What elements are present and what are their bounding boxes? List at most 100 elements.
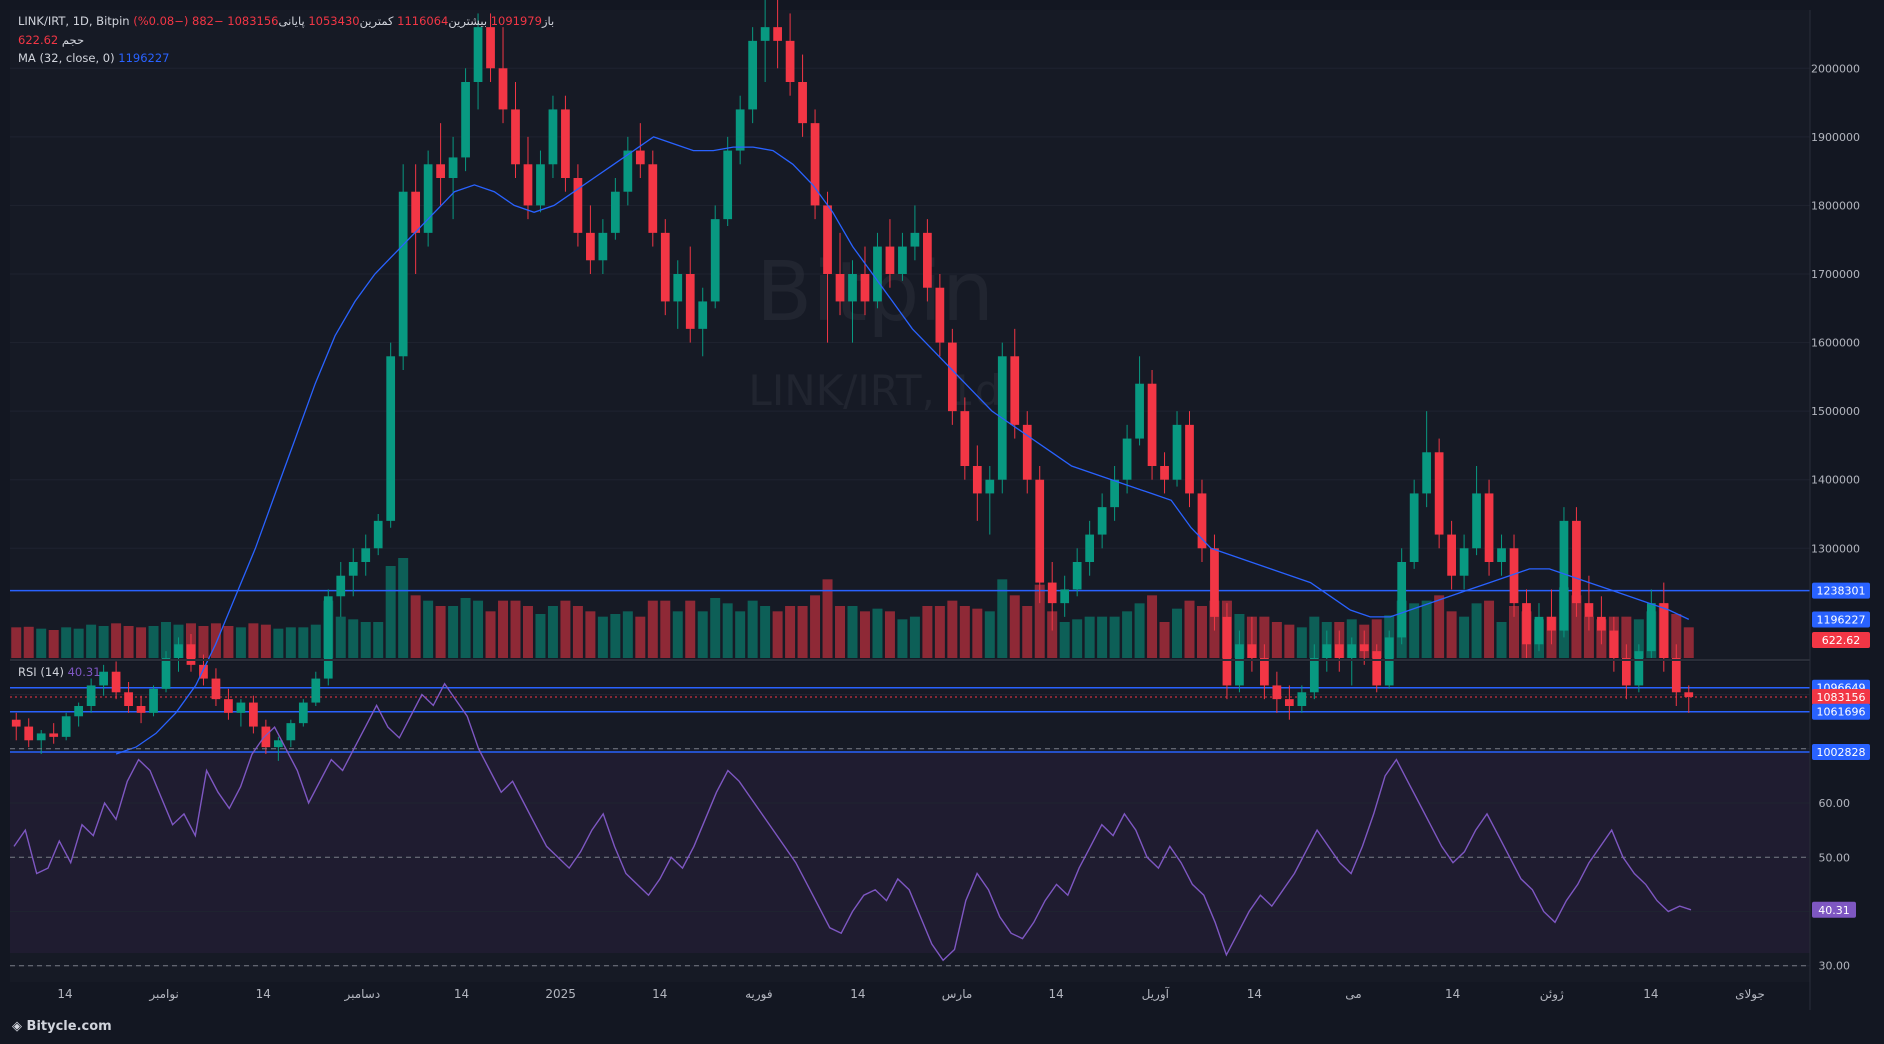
rsi-band (10, 753, 1810, 953)
candle-body (598, 232, 608, 261)
candle-body (236, 702, 246, 713)
price-label: 622.62 (1812, 632, 1870, 648)
candle-body (1372, 651, 1382, 686)
volume-bar (535, 614, 546, 658)
candle (423, 150, 433, 247)
volume-bar (1109, 616, 1120, 658)
candle-body (1422, 452, 1432, 494)
volume-bar (123, 626, 134, 658)
volume-bar (1122, 611, 1133, 658)
candle-body (673, 274, 683, 302)
volume-bar (547, 606, 558, 658)
candle-body (923, 232, 932, 288)
candle-body (1397, 562, 1407, 638)
candle-body (1097, 507, 1107, 535)
candle-body (735, 109, 745, 151)
candle-body (1472, 493, 1481, 549)
candle-body (86, 685, 96, 706)
time-tick-label: 2025 (545, 987, 576, 1001)
candle-body (1260, 658, 1269, 686)
volume-bar (1471, 603, 1482, 658)
candle-body (1122, 438, 1132, 480)
candle-body (823, 205, 832, 274)
volume-bar (385, 566, 396, 658)
candle (648, 150, 658, 247)
watermark-symbol: LINK/IRT, 1d (748, 366, 1001, 415)
volume-bar (235, 627, 246, 658)
volume-bar (760, 606, 771, 658)
price-label-text: 1083156 (1817, 691, 1866, 704)
candle-body (124, 692, 133, 706)
volume-bar (1147, 595, 1158, 658)
trading-chart[interactable]: Bitpin LINK/IRT, 1d 13000001400000150000… (0, 0, 1884, 1044)
candle-body (1135, 383, 1144, 439)
candle (398, 164, 408, 370)
open-label: باز (541, 14, 555, 28)
candle-body (111, 671, 121, 693)
price-tick-label: 1900000 (1811, 131, 1860, 144)
candle-body (49, 733, 59, 737)
volume-bar (934, 606, 945, 658)
candle-body (635, 150, 645, 165)
rsi-label: RSI (14) (18, 665, 64, 679)
candle-body (1646, 603, 1656, 652)
candle-body (536, 164, 545, 206)
volume-bar (859, 611, 870, 658)
candle-body (161, 658, 171, 689)
volume-bar (335, 616, 346, 658)
candle-body (1547, 616, 1556, 631)
candle-body (685, 274, 695, 329)
candle-body (136, 706, 146, 713)
volume-bar (810, 595, 821, 658)
volume-bar (498, 600, 509, 658)
volume-bar (86, 624, 97, 658)
candle-body (1447, 534, 1456, 576)
volume-bar (1421, 600, 1432, 658)
footer-brand[interactable]: ◈ Bitycle.com (12, 1019, 112, 1034)
time-tick-label: مارس (942, 987, 973, 1002)
price-tick-label: 1300000 (1811, 542, 1860, 555)
candle-body (1497, 548, 1506, 562)
legend-rsi-line: RSI (14) 40.31 (18, 665, 101, 679)
candle-body (848, 274, 857, 302)
time-tick-label: 14 (1049, 987, 1064, 1001)
volume-bar (1059, 622, 1070, 658)
volume-bar (722, 603, 733, 658)
time-tick-label: فوریه (745, 987, 773, 1002)
price-tick-label: 1800000 (1811, 199, 1860, 212)
candle (149, 685, 158, 717)
volume-bar (485, 611, 496, 658)
brand-text: Bitycle.com (26, 1019, 112, 1034)
candle-body (411, 191, 421, 233)
candle (386, 342, 396, 528)
volume-bar (510, 600, 521, 658)
rsi-tick-label: 30.00 (1819, 960, 1851, 973)
volume-bar (48, 630, 59, 658)
candle (1222, 603, 1232, 700)
volume-bar (223, 626, 234, 658)
candle (1634, 644, 1644, 693)
time-tick-label: دسامبر (343, 987, 380, 1002)
time-tick-label: 14 (454, 987, 469, 1001)
candle (1147, 370, 1157, 480)
candle-body (1459, 548, 1469, 576)
candle-body (972, 466, 982, 494)
legend-ma-line: MA (32, close, 0) 1196227 (18, 51, 170, 65)
candle (461, 68, 470, 172)
candle-body (1684, 692, 1694, 697)
candle-body (1597, 616, 1606, 631)
volume-bar (285, 627, 296, 658)
volume-bar (947, 600, 958, 658)
candle-body (1484, 493, 1494, 562)
candle-body (249, 702, 258, 727)
candle-body (947, 342, 957, 412)
time-tick-label: نوامبر (148, 987, 179, 1002)
candle-body (798, 82, 807, 124)
candle-body (1110, 479, 1119, 508)
volume-bar (210, 623, 221, 658)
volume-bar (1409, 603, 1420, 658)
volume-bar (1134, 603, 1145, 658)
candle-body (36, 733, 46, 741)
candle-body (311, 678, 321, 703)
time-tick-label: 14 (850, 987, 865, 1001)
